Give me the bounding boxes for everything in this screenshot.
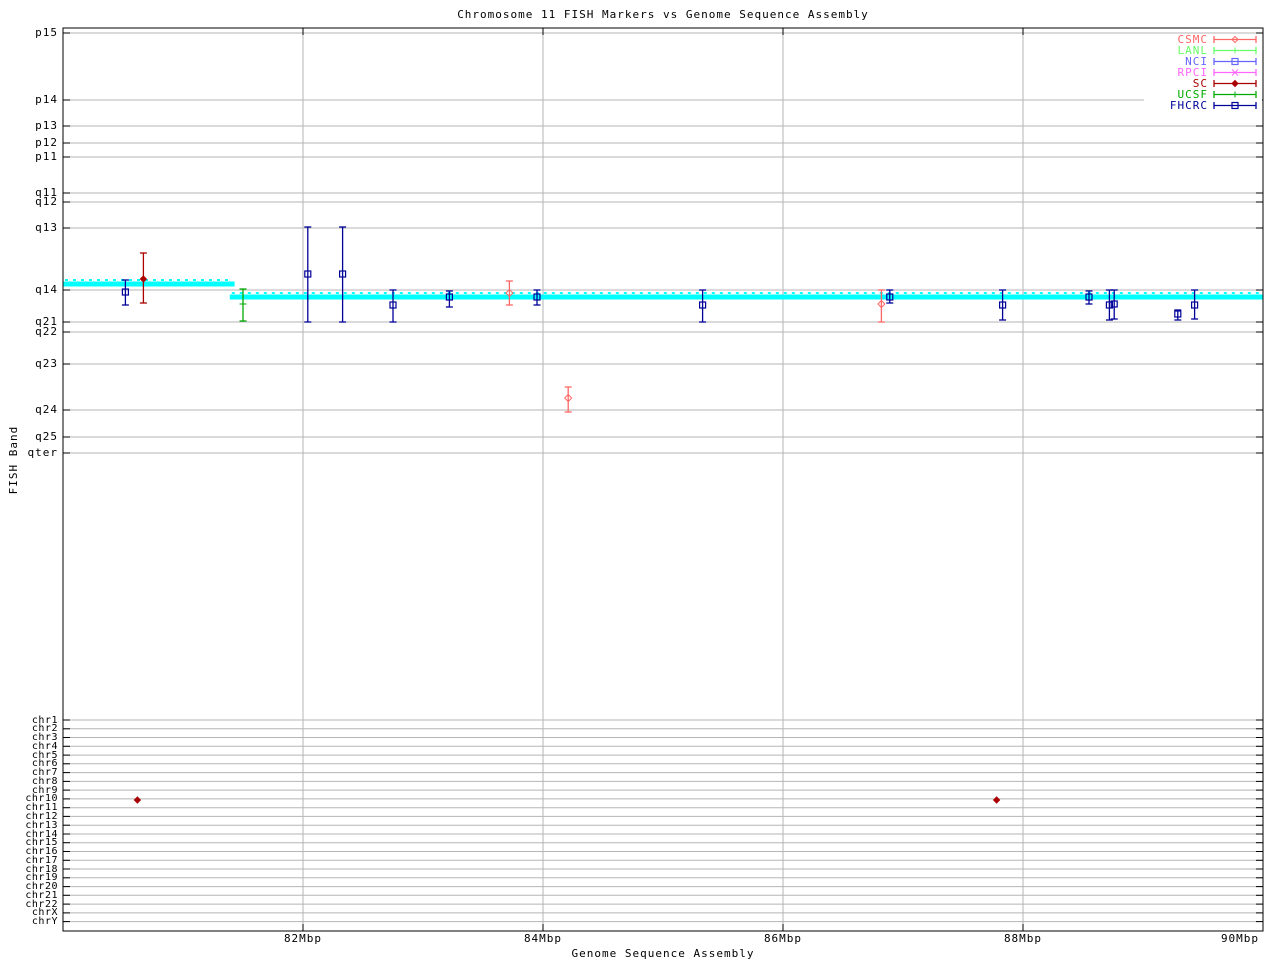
legend-sample — [1213, 35, 1257, 44]
marker-diamond-filled — [1231, 79, 1239, 88]
marker-diamond-filled — [992, 796, 1001, 804]
legend-sample — [1213, 57, 1257, 66]
legend-item-fhcrc: FHCRC — [1144, 100, 1262, 111]
data-point — [992, 796, 1001, 804]
chart-root: { "title": "Chromosome 11 FISH Markers v… — [0, 0, 1280, 960]
legend-sample — [1213, 101, 1257, 110]
plot-area — [62, 27, 1264, 932]
legend: CSMC LANL NCI RPCI SC UCSF FHCRC — [1144, 34, 1262, 111]
data-point — [133, 796, 142, 804]
marker-diamond-filled — [133, 796, 142, 804]
assembly-highlight-bar — [229, 294, 1263, 300]
legend-sample — [1213, 91, 1257, 98]
legend-sample — [1213, 79, 1257, 88]
series-csmc — [505, 280, 886, 413]
legend-sample — [1213, 47, 1257, 54]
data-point — [239, 300, 247, 308]
series-fhcrc — [121, 226, 1199, 323]
marker-diamond-filled — [139, 275, 148, 283]
plot-border — [62, 27, 1264, 932]
legend-sample — [1213, 69, 1257, 76]
legend-label: FHCRC — [1169, 99, 1208, 112]
data-point — [139, 275, 148, 283]
assembly-highlight-bar — [63, 281, 235, 287]
